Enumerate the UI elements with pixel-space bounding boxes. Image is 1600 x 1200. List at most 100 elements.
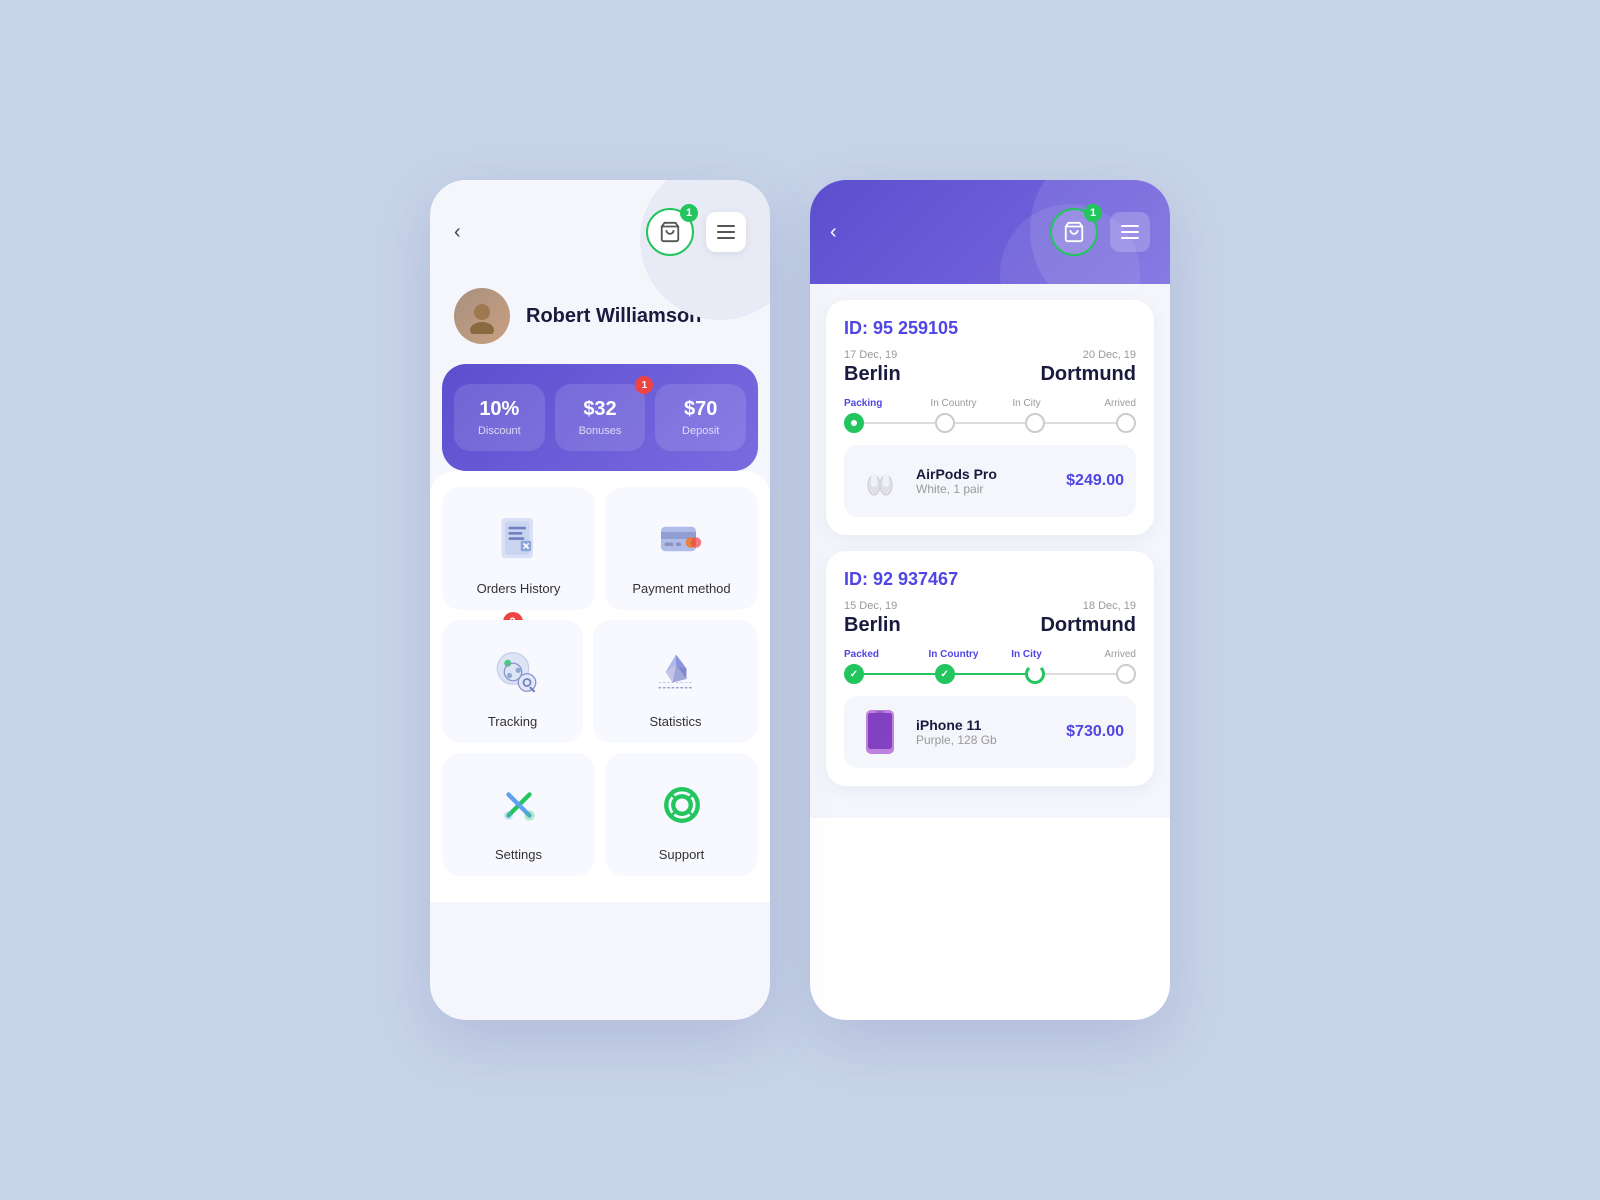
product-name-airpods: AirPods Pro — [916, 466, 1054, 482]
product-info-airpods: AirPods Pro White, 1 pair — [916, 466, 1054, 496]
product-price-iphone: $730.00 — [1066, 723, 1124, 741]
menu-button-right[interactable] — [1110, 212, 1150, 252]
cart-button-right[interactable]: 1 — [1050, 208, 1098, 256]
tracking-icon — [481, 640, 545, 704]
orders-history-label: Orders History — [477, 581, 561, 596]
product-price-airpods: $249.00 — [1066, 472, 1124, 490]
cart-area-right: 1 — [1050, 208, 1150, 256]
product-info-iphone: iPhone 11 Purple, 128 Gb — [916, 717, 1054, 747]
cart-icon-right — [1063, 221, 1085, 243]
product-img-iphone — [856, 708, 904, 756]
user-name: Robert Williamson — [526, 305, 701, 328]
settings-icon — [487, 773, 551, 837]
product-desc-airpods: White, 1 pair — [916, 482, 1054, 496]
t-line-1-0 — [864, 422, 935, 424]
menu-statistics[interactable]: Statistics — [593, 620, 758, 743]
order-route-2: 15 Dec, 19 Berlin 18 Dec, 19 Dortmund — [844, 600, 1136, 637]
check-icon-0: ✓ — [850, 669, 858, 680]
stat-bonuses-badge: 1 — [635, 376, 653, 394]
stat-deposit[interactable]: $70 Deposit — [655, 384, 746, 451]
order-to-city-2: Dortmund — [1040, 614, 1136, 637]
track-label-incity-2: In City — [990, 649, 1063, 660]
payment-method-icon — [650, 507, 714, 571]
order-from-date-2: 15 Dec, 19 — [844, 600, 901, 612]
t-dot-1-0 — [844, 413, 864, 433]
back-icon-right: ‹ — [830, 221, 837, 243]
stat-deposit-value: $70 — [665, 398, 736, 421]
stat-bonuses-value: $32 — [565, 398, 636, 421]
support-icon — [650, 773, 714, 837]
product-row-2: iPhone 11 Purple, 128 Gb $730.00 — [844, 696, 1136, 768]
cart-button-left[interactable]: 1 — [646, 208, 694, 256]
tracking-section-1: Packing In Country In City Arrived — [844, 398, 1136, 433]
product-desc-iphone: Purple, 128 Gb — [916, 733, 1054, 747]
cart-icon-left — [659, 221, 681, 243]
cart-badge-right: 1 — [1084, 204, 1102, 222]
back-button-right[interactable]: ‹ — [830, 221, 837, 244]
order-from-date-1: 17 Dec, 19 — [844, 349, 901, 361]
check-icon-1: ✓ — [940, 669, 948, 680]
order-id-2: ID: 92 937467 — [844, 569, 1136, 590]
track-label-arrived-1: Arrived — [1063, 398, 1136, 409]
left-phone: ‹ 1 — [430, 180, 770, 1020]
stat-bonuses-label: Bonuses — [565, 425, 636, 437]
menu-support[interactable]: Support — [605, 753, 758, 876]
stat-bonuses[interactable]: 1 $32 Bonuses — [555, 384, 646, 451]
payment-method-label: Payment method — [632, 581, 730, 596]
menu-icon-right — [1121, 225, 1139, 239]
order-card-2[interactable]: ID: 92 937467 15 Dec, 19 Berlin 18 Dec, … — [826, 551, 1154, 786]
support-label: Support — [659, 847, 705, 862]
product-img-airpods — [856, 457, 904, 505]
tracking-dots-2: ✓ ✓ — [844, 664, 1136, 684]
menu-grid: Orders History Payment method — [430, 471, 770, 902]
t-dot-2-0: ✓ — [844, 664, 864, 684]
grid-row-1: Orders History Payment method — [442, 487, 758, 610]
stat-discount-label: Discount — [464, 425, 535, 437]
back-button-left[interactable]: ‹ — [454, 221, 461, 244]
t-dot-2-3 — [1116, 664, 1136, 684]
track-label-packing: Packing — [844, 398, 917, 409]
menu-tracking[interactable]: Tracking — [442, 620, 583, 743]
order-to-2: 18 Dec, 19 Dortmund — [1040, 600, 1136, 637]
track-label-incity-1: In City — [990, 398, 1063, 409]
t-dot-1-2 — [1025, 413, 1045, 433]
order-id-1: ID: 95 259105 — [844, 318, 1136, 339]
statistics-label: Statistics — [649, 714, 701, 729]
stat-deposit-label: Deposit — [665, 425, 736, 437]
track-label-packed: Packed — [844, 649, 917, 660]
track-label-arrived-2: Arrived — [1063, 649, 1136, 660]
right-phone: ‹ 1 — [810, 180, 1170, 1020]
order-from-city-1: Berlin — [844, 363, 901, 386]
menu-button-left[interactable] — [706, 212, 746, 252]
statistics-icon — [644, 640, 708, 704]
menu-settings[interactable]: Settings — [442, 753, 595, 876]
settings-label: Settings — [495, 847, 542, 862]
product-name-iphone: iPhone 11 — [916, 717, 1054, 733]
menu-orders-history[interactable]: Orders History — [442, 487, 595, 610]
product-row-1: AirPods Pro White, 1 pair $249.00 — [844, 445, 1136, 517]
header-purple: ‹ 1 — [810, 180, 1170, 284]
cart-badge-left: 1 — [680, 204, 698, 222]
back-icon-left: ‹ — [454, 221, 461, 243]
avatar — [454, 288, 510, 344]
order-to-city-1: Dortmund — [1040, 363, 1136, 386]
stat-discount[interactable]: 10% Discount — [454, 384, 545, 451]
stat-discount-value: 10% — [464, 398, 535, 421]
grid-row-2: 2 — [442, 620, 758, 743]
orders-list: ID: 95 259105 17 Dec, 19 Berlin 20 Dec, … — [810, 284, 1170, 818]
screens-container: ‹ 1 — [430, 180, 1170, 1020]
order-to-1: 20 Dec, 19 Dortmund — [1040, 349, 1136, 386]
t-line-2-0 — [864, 673, 935, 675]
order-card-1[interactable]: ID: 95 259105 17 Dec, 19 Berlin 20 Dec, … — [826, 300, 1154, 535]
t-dot-1-3 — [1116, 413, 1136, 433]
menu-payment-method[interactable]: Payment method — [605, 487, 758, 610]
orders-history-icon — [487, 507, 551, 571]
tracking-labels-1: Packing In Country In City Arrived — [844, 398, 1136, 409]
t-line-2-2 — [1045, 673, 1116, 675]
order-route-1: 17 Dec, 19 Berlin 20 Dec, 19 Dortmund — [844, 349, 1136, 386]
t-line-1-2 — [1045, 422, 1116, 424]
order-from-1: 17 Dec, 19 Berlin — [844, 349, 901, 386]
top-bar-left: ‹ 1 — [430, 180, 770, 272]
t-dot-2-2 — [1025, 664, 1045, 684]
tracking-section-2: Packed In Country In City Arrived ✓ ✓ — [844, 649, 1136, 684]
